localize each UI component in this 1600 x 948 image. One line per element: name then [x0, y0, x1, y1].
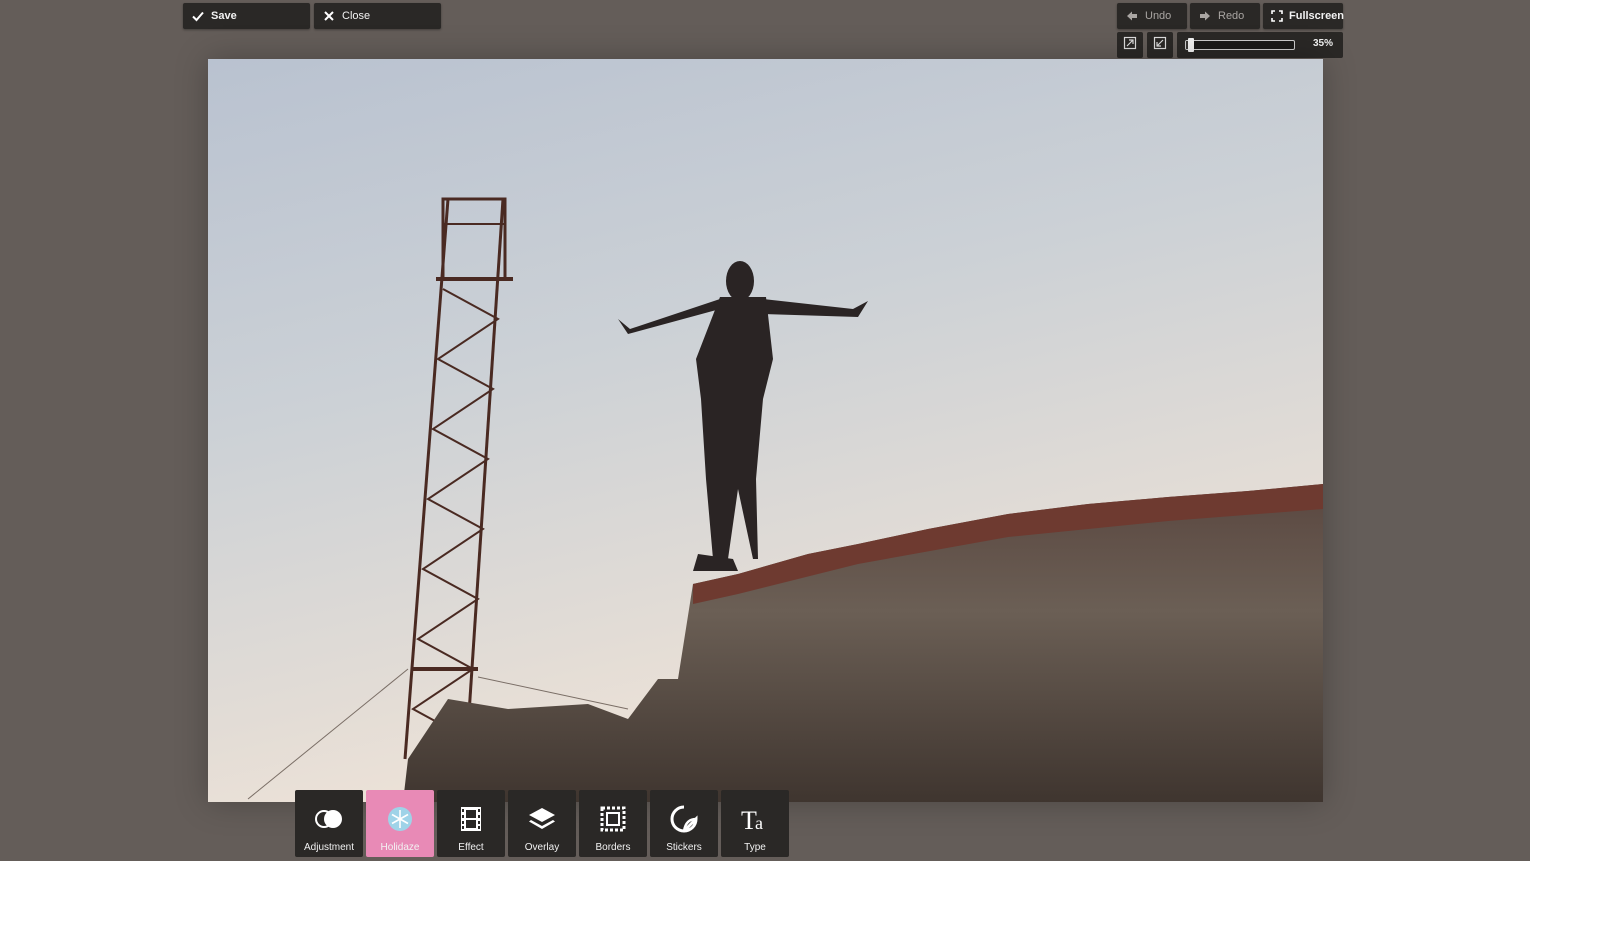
type-icon: Ta: [740, 804, 770, 834]
close-label: Close: [342, 10, 371, 22]
tool-effect[interactable]: Effect: [437, 790, 505, 857]
zoom-value: 35%: [1312, 38, 1333, 49]
film-icon: [456, 804, 486, 834]
redo-button[interactable]: Redo: [1190, 3, 1260, 29]
tool-overlay[interactable]: Overlay: [508, 790, 576, 857]
toggle-icon: [314, 804, 344, 834]
fit-to-screen-button[interactable]: [1117, 32, 1143, 58]
tool-holidaze[interactable]: Holidaze: [366, 790, 434, 857]
fullscreen-button[interactable]: Fullscreen: [1263, 3, 1345, 29]
tool-adjustment[interactable]: Adjustment: [295, 790, 363, 857]
arrow-left-icon: [1125, 9, 1139, 23]
frame-icon: [598, 804, 628, 834]
tool-label: Borders: [595, 842, 631, 853]
tool-label: Holidaze: [380, 842, 420, 853]
tool-label: Adjustment: [303, 842, 355, 853]
snowflake-icon: [385, 804, 415, 834]
tool-label: Effect: [458, 842, 484, 853]
redo-label: Redo: [1218, 10, 1245, 22]
zoom-slider[interactable]: [1185, 38, 1295, 52]
tool-type[interactable]: Ta Type: [721, 790, 789, 857]
tool-label: Type: [744, 842, 766, 853]
save-label: Save: [211, 10, 237, 22]
tool-stickers[interactable]: Stickers: [650, 790, 718, 857]
arrow-right-icon: [1198, 9, 1212, 23]
tool-label: Overlay: [524, 842, 560, 853]
fullscreen-label: Fullscreen: [1289, 10, 1345, 22]
tool-label: Stickers: [666, 842, 702, 853]
layers-icon: [527, 804, 557, 834]
shrink-icon: [1123, 36, 1137, 55]
zoom-panel: 35%: [1177, 32, 1343, 58]
save-button[interactable]: Save: [183, 3, 310, 29]
svg-text:a: a: [755, 813, 763, 833]
tool-borders[interactable]: Borders: [579, 790, 647, 857]
sticker-icon: [669, 804, 699, 834]
expand-icon: [1271, 9, 1283, 23]
close-icon: [322, 9, 336, 23]
editor-workspace: Save Close Undo Redo Fullscreen 35% Adju…: [0, 0, 1530, 861]
close-button[interactable]: Close: [314, 3, 441, 29]
photo-canvas[interactable]: [208, 59, 1323, 802]
actual-size-button[interactable]: [1147, 32, 1173, 58]
zoom-slider-handle[interactable]: [1188, 38, 1195, 52]
actual-size-icon: [1153, 36, 1167, 55]
tool-bar: Adjustment Holidaze Effect Overlay Borde…: [295, 790, 789, 857]
undo-button[interactable]: Undo: [1117, 3, 1187, 29]
undo-label: Undo: [1145, 10, 1172, 22]
checkmark-icon: [191, 9, 205, 23]
